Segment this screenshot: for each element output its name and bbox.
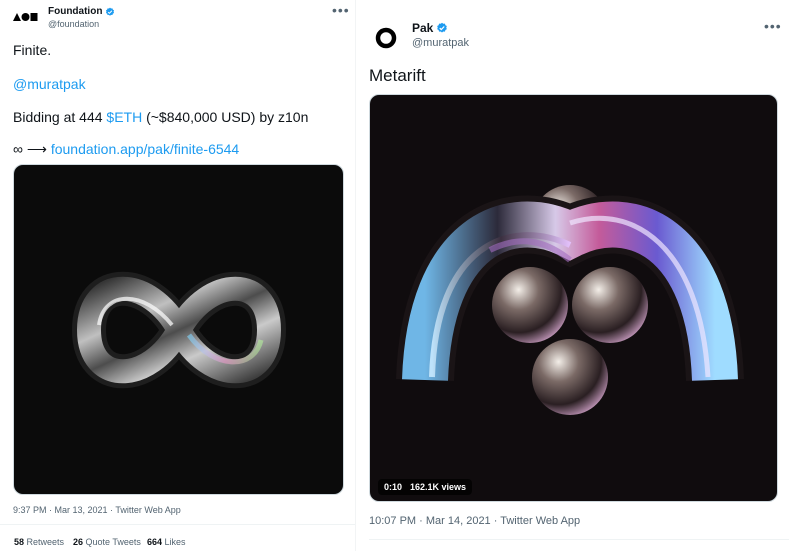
tweet-divider [369, 539, 789, 540]
tweet-line-finite: Finite. [13, 42, 52, 58]
foundation-logo[interactable] [12, 9, 38, 25]
video-time: 0:10 [384, 482, 403, 492]
retweets-count: 58 [14, 537, 25, 547]
author-name[interactable]: Pak [412, 21, 433, 35]
quotes-label: Quote Tweets [83, 537, 141, 547]
tweet-line-link: ∞ ⟶ foundation.app/pak/finite-6544 [13, 141, 239, 158]
pak-logo[interactable] [373, 25, 399, 51]
more-options-icon[interactable]: ••• [332, 2, 350, 18]
author-name-row[interactable]: Pak [412, 21, 448, 35]
tweet-stats-bar: 58 Retweets 26 Quote Tweets 664 Likes [0, 524, 355, 551]
foundation-url-link[interactable]: foundation.app/pak/finite-6544 [51, 141, 239, 157]
author-name[interactable]: Foundation [48, 6, 102, 17]
tweet-line-bidding: Bidding at 444 $ETH (~$840,000 USD) by z… [13, 109, 308, 125]
tweet-media-image[interactable] [13, 164, 344, 495]
infinity-artwork-image [71, 271, 287, 389]
tweet-timestamp[interactable]: 9:37 PM · Mar 13, 2021 · Twitter Web App [13, 505, 181, 515]
metarift-artwork-image [396, 185, 744, 415]
tweet-pak: Pak @muratpak ••• Metarift 0:10 162.1K v… [356, 0, 799, 551]
likes-stat[interactable]: 664 Likes [147, 537, 186, 547]
retweets-stat[interactable]: 58 Retweets [14, 537, 64, 547]
tweet-timestamp[interactable]: 10:07 PM · Mar 14, 2021 · Twitter Web Ap… [369, 515, 580, 527]
quotes-count: 26 [73, 537, 84, 547]
verified-badge-icon [437, 22, 448, 33]
cashtag-link[interactable]: $ETH [106, 109, 142, 125]
author-name-row[interactable]: Foundation [48, 6, 115, 17]
retweets-label: Retweets [24, 537, 65, 547]
tweet-foundation: Foundation @foundation ••• Finite. @mura… [0, 0, 356, 551]
author-handle[interactable]: @foundation [48, 19, 99, 29]
mention-link[interactable]: @muratpak [13, 76, 86, 92]
tweet-media-video[interactable]: 0:10 162.1K views [369, 94, 778, 502]
tweet-text: Metarift [369, 66, 426, 85]
author-handle[interactable]: @muratpak [412, 37, 469, 49]
video-info-badge: 0:10 162.1K views [378, 479, 473, 495]
bid-prefix: Bidding at 444 [13, 109, 107, 125]
likes-count: 664 [147, 537, 163, 547]
more-options-icon[interactable]: ••• [764, 18, 782, 34]
bid-suffix: (~$840,000 USD) by z10n [142, 109, 309, 125]
verified-badge-icon [106, 7, 115, 16]
video-views: 162.1K views [410, 482, 467, 492]
likes-label: Likes [162, 537, 186, 547]
link-prefix: ∞ ⟶ [13, 141, 51, 157]
quote-tweets-stat[interactable]: 26 Quote Tweets [73, 537, 141, 547]
